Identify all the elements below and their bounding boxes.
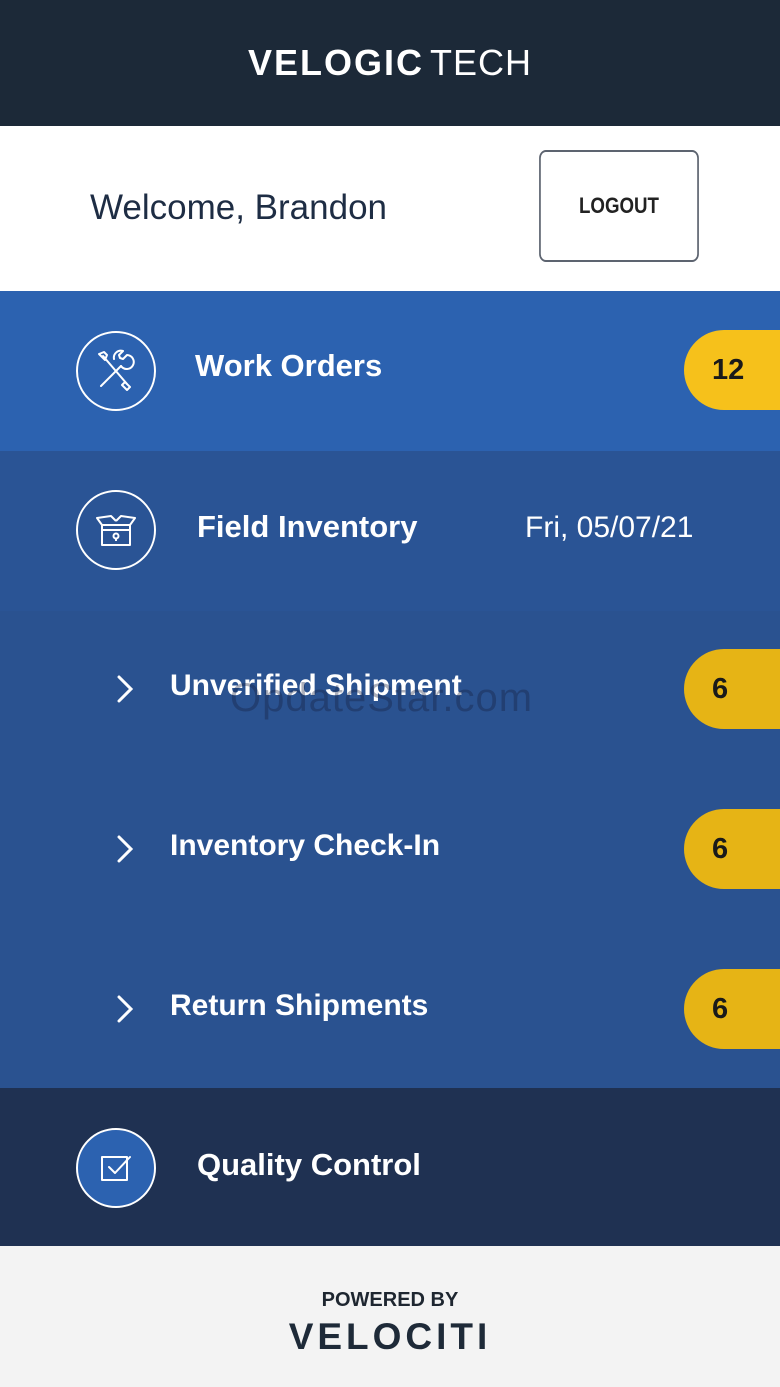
return-shipments-label: Return Shipments [170,989,429,1022]
menu-item-work-orders[interactable]: Work Orders 12 [0,291,780,451]
logout-button[interactable]: LOGOUT [539,150,699,262]
return-shipments-count-badge: 6 [684,969,780,1049]
footer: POWERED BY VELOCITI [0,1246,780,1387]
submenu-item-inventory-check-in[interactable]: Inventory Check-In 6 [0,809,780,889]
work-orders-label: Work Orders [195,348,383,383]
inventory-check-in-count-badge: 6 [684,809,780,889]
submenu-item-return-shipments[interactable]: Return Shipments 6 [0,969,780,1049]
brand-bold-text: VELOGIC [247,42,425,83]
work-orders-count-badge: 12 [684,330,780,410]
unverified-shipment-count-badge: 6 [684,649,780,729]
menu-item-quality-control[interactable]: Quality Control [0,1088,780,1246]
app-header: VELOGIC TECH [0,0,780,126]
inventory-check-in-label: Inventory Check-In [170,829,441,862]
welcome-bar: Welcome, Brandon LOGOUT [0,126,780,291]
brand-light-text: TECH [430,42,533,83]
welcome-message: Welcome, Brandon [90,188,388,227]
unverified-shipment-label: Unverified Shipment [170,669,462,702]
chevron-right-icon [117,675,134,703]
box-icon [76,490,156,570]
chevron-right-icon [117,995,134,1023]
menu-item-field-inventory[interactable]: Field Inventory Fri, 05/07/21 [0,451,780,611]
powered-by-text: POWERED BY [321,1289,459,1311]
field-inventory-submenu: Unverified Shipment 6 Inventory Check-In… [0,611,780,1088]
submenu-item-unverified-shipment[interactable]: Unverified Shipment 6 [0,649,780,729]
checkbox-icon [76,1128,156,1208]
tools-icon [76,331,156,411]
quality-control-label: Quality Control [197,1147,421,1182]
velociti-logo: VELOCITI [288,1316,492,1357]
field-inventory-label: Field Inventory [197,509,418,544]
field-inventory-date: Fri, 05/07/21 [525,511,694,544]
chevron-right-icon [117,835,134,863]
app-logo: VELOGIC TECH [248,42,532,84]
